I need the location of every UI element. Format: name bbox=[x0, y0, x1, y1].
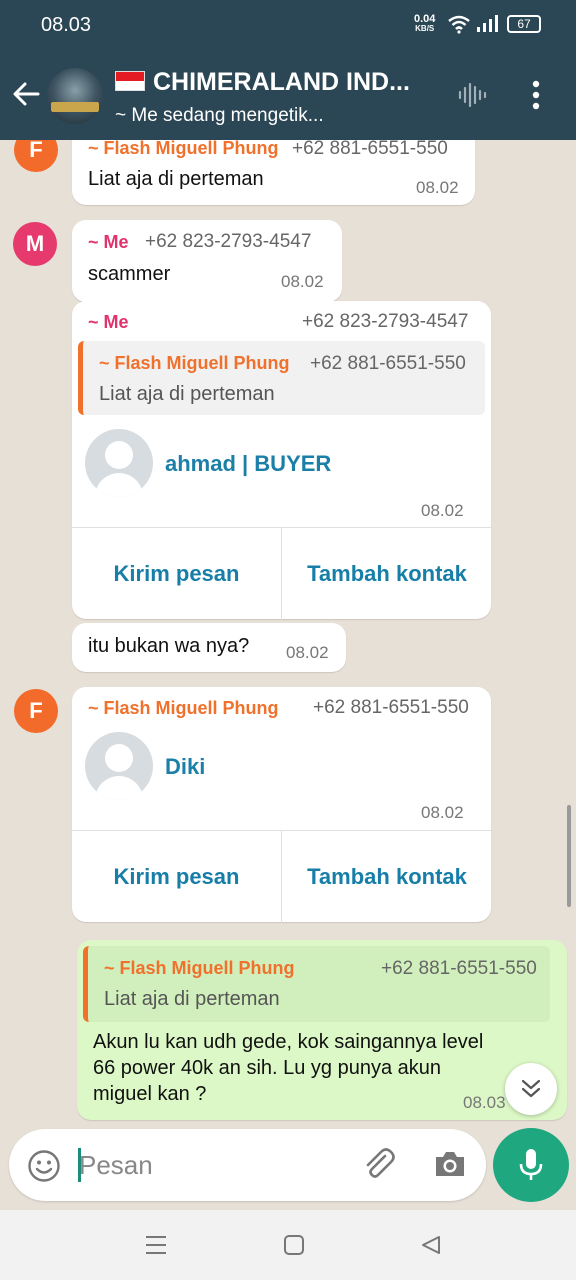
group-avatar[interactable] bbox=[47, 68, 103, 124]
sender-avatar[interactable]: F bbox=[14, 140, 58, 172]
message-text: Liat aja di perteman bbox=[88, 168, 264, 190]
group-title[interactable]: CHIMERALAND IND... bbox=[115, 68, 410, 97]
message-time: 08.02 bbox=[421, 803, 464, 822]
back-arrow-icon[interactable] bbox=[10, 78, 42, 110]
contact-name[interactable]: ahmad | BUYER bbox=[165, 451, 331, 477]
indonesia-flag-icon bbox=[115, 71, 145, 91]
net-speed: 0.04 KB/S bbox=[414, 13, 436, 34]
attach-icon[interactable] bbox=[361, 1147, 397, 1183]
message-bubble[interactable]: itu bukan wa nya? 08.02 bbox=[72, 623, 346, 672]
quoted-sender: ~ Flash Miguell Phung bbox=[99, 353, 290, 373]
message-time: 08.03 bbox=[463, 1093, 506, 1112]
status-bar: 08.03 0.04 KB/S 67 bbox=[0, 0, 576, 50]
message-text-line: 66 power 40k an sih. Lu yg punya akun bbox=[93, 1057, 442, 1079]
sender-name[interactable]: ~ Me bbox=[88, 232, 129, 253]
sender-phone: +62 881-6551-550 bbox=[313, 697, 469, 718]
chat-area[interactable]: F ~ Flash Miguell Phung +62 881-6551-550… bbox=[0, 140, 576, 1128]
send-message-button[interactable]: Kirim pesan bbox=[72, 831, 282, 923]
message-bubble[interactable]: ~ Me +62 823-2793-4547 scammer 08.02 bbox=[72, 220, 342, 302]
message-text-line: Akun lu kan udh gede, kok saingannya lev… bbox=[93, 1031, 484, 1053]
signal-icon bbox=[477, 15, 498, 32]
battery-indicator: 67 bbox=[507, 15, 541, 33]
contact-name[interactable]: Diki bbox=[165, 754, 205, 780]
contact-actions: Kirim pesan Tambah kontak bbox=[72, 830, 492, 923]
group-logo bbox=[51, 102, 99, 112]
emoji-icon[interactable] bbox=[27, 1149, 61, 1183]
quoted-phone: +62 881-6551-550 bbox=[310, 353, 466, 374]
message-time: 08.02 bbox=[416, 178, 459, 197]
more-vert-icon[interactable] bbox=[531, 80, 541, 110]
contact-avatar-icon[interactable] bbox=[85, 732, 153, 800]
contact-avatar-icon[interactable] bbox=[85, 429, 153, 497]
scroll-down-icon bbox=[521, 1079, 541, 1098]
quoted-message[interactable]: ~ Flash Miguell Phung +62 881-6551-550 L… bbox=[83, 946, 550, 1022]
sender-phone: +62 823-2793-4547 bbox=[145, 231, 312, 252]
quoted-text: Liat aja di perteman bbox=[99, 383, 275, 405]
wifi-icon bbox=[448, 15, 470, 34]
quoted-message[interactable]: ~ Flash Miguell Phung +62 881-6551-550 L… bbox=[78, 341, 485, 415]
system-nav-bar bbox=[0, 1210, 576, 1280]
message-time: 08.02 bbox=[286, 643, 329, 662]
send-message-button[interactable]: Kirim pesan bbox=[72, 528, 282, 620]
message-time: 08.02 bbox=[281, 272, 324, 291]
message-time: 08.02 bbox=[421, 501, 464, 520]
nav-back-icon[interactable] bbox=[420, 1234, 442, 1256]
chat-header: CHIMERALAND IND... ~ Me sedang mengetik.… bbox=[0, 50, 576, 140]
nav-home-icon[interactable] bbox=[283, 1234, 305, 1256]
mic-button[interactable] bbox=[493, 1128, 569, 1202]
typing-status: ~ Me sedang mengetik... bbox=[115, 105, 324, 126]
voice-call-icon[interactable] bbox=[458, 82, 488, 108]
message-text: scammer bbox=[88, 263, 171, 285]
outgoing-message-bubble[interactable]: ~ Flash Miguell Phung +62 881-6551-550 L… bbox=[77, 940, 567, 1120]
message-input[interactable] bbox=[79, 1144, 339, 1186]
sender-avatar[interactable]: F bbox=[14, 689, 58, 733]
quoted-phone: +62 881-6551-550 bbox=[381, 958, 537, 979]
message-input-bar bbox=[9, 1129, 486, 1201]
message-bubble[interactable]: ~ Flash Miguell Phung +62 881-6551-550 L… bbox=[72, 140, 475, 205]
mic-icon bbox=[519, 1149, 543, 1180]
sender-name[interactable]: ~ Flash Miguell Phung bbox=[88, 698, 279, 719]
scrollbar-thumb[interactable] bbox=[567, 805, 571, 907]
quoted-sender: ~ Flash Miguell Phung bbox=[104, 958, 295, 978]
add-contact-button[interactable]: Tambah kontak bbox=[282, 831, 492, 923]
contact-card-bubble[interactable]: ~ Flash Miguell Phung +62 881-6551-550 D… bbox=[72, 687, 492, 923]
scroll-down-button[interactable] bbox=[505, 1063, 557, 1115]
quoted-text: Liat aja di perteman bbox=[104, 988, 280, 1010]
sender-phone: +62 823-2793-4547 bbox=[302, 311, 469, 332]
camera-icon[interactable] bbox=[433, 1149, 467, 1179]
sender-phone: +62 881-6551-550 bbox=[292, 140, 448, 159]
message-text: itu bukan wa nya? bbox=[88, 635, 250, 657]
contact-card-bubble[interactable]: ~ Me +62 823-2793-4547 ~ Flash Miguell P… bbox=[72, 301, 492, 620]
contact-actions: Kirim pesan Tambah kontak bbox=[72, 527, 492, 620]
sender-name[interactable]: ~ Flash Miguell Phung bbox=[88, 140, 279, 159]
status-time: 08.03 bbox=[41, 14, 92, 36]
sender-name[interactable]: ~ Me bbox=[88, 312, 129, 333]
message-text-line: miguel kan ? bbox=[93, 1083, 207, 1105]
nav-menu-icon[interactable] bbox=[145, 1234, 167, 1256]
add-contact-button[interactable]: Tambah kontak bbox=[282, 528, 492, 620]
sender-avatar[interactable]: M bbox=[13, 222, 57, 266]
